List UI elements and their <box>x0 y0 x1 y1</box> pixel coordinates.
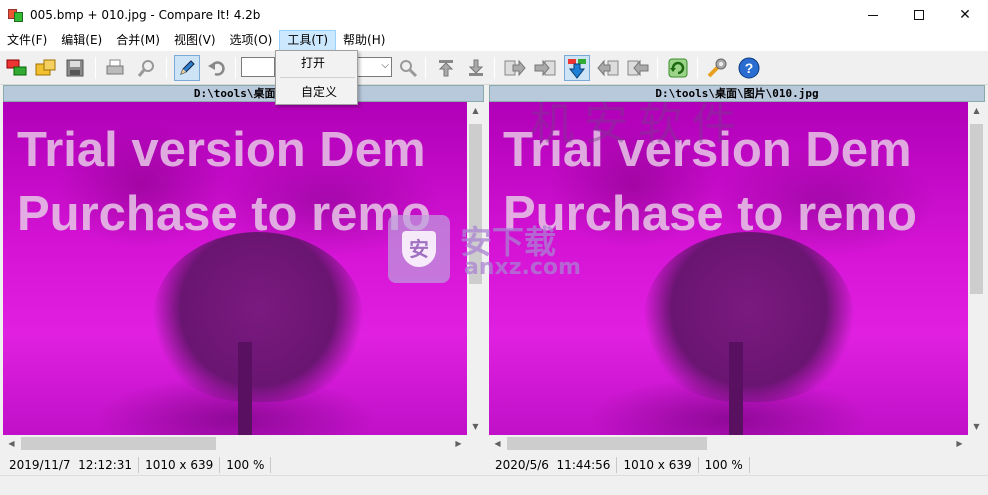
save-icon[interactable] <box>62 55 88 81</box>
right-status-bar: 2020/5/6 11:44:56 1010 x 639 100 % <box>489 455 985 475</box>
app-window: 005.bmp + 010.jpg - Compare It! 4.2b ✕ 文… <box>0 0 988 495</box>
find-icon[interactable] <box>134 55 160 81</box>
first-diff-icon[interactable] <box>433 55 459 81</box>
refresh-icon[interactable] <box>665 55 691 81</box>
undo-icon[interactable] <box>204 55 230 81</box>
menu-file[interactable]: 文件(F) <box>0 30 54 51</box>
bottom-edge <box>0 475 988 495</box>
scroll-up-icon[interactable]: ▲ <box>968 102 985 119</box>
copy-left-alt-icon[interactable] <box>625 55 651 81</box>
dropdown-item-customize[interactable]: 自定义 <box>276 80 357 104</box>
open-compare-icon[interactable] <box>4 55 30 81</box>
site-watermark-logo: 安 安下载 anxz.com <box>388 215 598 285</box>
print-icon[interactable] <box>102 55 128 81</box>
tools-dropdown-menu: 打开 自定义 <box>275 50 358 105</box>
scroll-down-icon[interactable]: ▼ <box>968 418 985 435</box>
menu-tools[interactable]: 工具(T) <box>279 30 337 51</box>
menu-edit[interactable]: 编辑(E) <box>54 30 109 51</box>
menu-merge[interactable]: 合并(M) <box>109 30 167 51</box>
scroll-left-icon[interactable]: ◀ <box>3 435 20 452</box>
dropdown-separator <box>280 77 355 78</box>
right-vertical-scrollbar[interactable]: ▲ ▼ <box>968 102 985 435</box>
scroll-right-icon[interactable]: ▶ <box>450 435 467 452</box>
overlay-top-watermark: 机安软件 <box>530 99 746 150</box>
scroll-up-icon[interactable]: ▲ <box>467 102 484 119</box>
menu-view[interactable]: 视图(V) <box>167 30 223 51</box>
left-pane-path: D:\tools\桌面\图 <box>3 85 484 102</box>
toolbar-combo[interactable]: ⌵ <box>356 57 392 77</box>
chevron-down-icon: ⌵ <box>381 60 389 71</box>
right-status-datetime: 2020/5/6 11:44:56 <box>489 457 618 473</box>
app-icon <box>8 7 24 23</box>
copy-left-icon[interactable] <box>595 55 621 81</box>
left-status-size: 1010 x 639 <box>139 457 221 473</box>
tools-icon[interactable] <box>704 55 730 81</box>
left-watermark-line2: Purchase to remo <box>17 187 431 241</box>
toolbar-text-field[interactable] <box>241 57 275 77</box>
scroll-down-icon[interactable]: ▼ <box>467 418 484 435</box>
open-folder-icon[interactable] <box>33 55 59 81</box>
toolbar: ⌵ ? <box>0 51 988 85</box>
left-status-bar: 2019/11/7 12:12:31 1010 x 639 100 % <box>3 455 484 475</box>
right-horizontal-scroll-thumb[interactable] <box>507 437 707 450</box>
scroll-right-icon[interactable]: ▶ <box>951 435 968 452</box>
right-status-zoom: 100 % <box>699 457 750 473</box>
left-horizontal-scrollbar[interactable]: ◀ ▶ <box>3 435 467 452</box>
svg-text:?: ? <box>745 60 754 76</box>
scroll-left-icon[interactable]: ◀ <box>489 435 506 452</box>
site-watermark-domain: anxz.com <box>464 255 581 280</box>
menu-bar: 文件(F) 编辑(E) 合并(M) 视图(V) 选项(O) 工具(T) 帮助(H… <box>0 30 988 51</box>
window-controls: ✕ <box>850 0 988 30</box>
title-bar: 005.bmp + 010.jpg - Compare It! 4.2b ✕ <box>0 0 988 30</box>
shield-logo-icon: 安 <box>388 215 450 283</box>
help-icon[interactable]: ? <box>736 55 762 81</box>
menu-options[interactable]: 选项(O) <box>223 30 280 51</box>
edit-pencil-icon[interactable] <box>174 55 200 81</box>
close-button[interactable]: ✕ <box>942 0 988 30</box>
menu-help[interactable]: 帮助(H) <box>336 30 392 51</box>
window-title: 005.bmp + 010.jpg - Compare It! 4.2b <box>30 8 261 22</box>
copy-right-alt-icon[interactable] <box>532 55 558 81</box>
right-status-size: 1010 x 639 <box>617 457 699 473</box>
left-horizontal-scroll-thumb[interactable] <box>21 437 216 450</box>
left-status-datetime: 2019/11/7 12:12:31 <box>3 457 140 473</box>
dropdown-item-open[interactable]: 打开 <box>276 51 357 75</box>
search-icon[interactable] <box>395 55 421 81</box>
minimize-button[interactable] <box>850 0 896 30</box>
copy-right-icon[interactable] <box>502 55 528 81</box>
last-diff-icon[interactable] <box>463 55 489 81</box>
next-diff-icon[interactable] <box>564 55 590 81</box>
maximize-button[interactable] <box>896 0 942 30</box>
right-vertical-scroll-thumb[interactable] <box>970 124 983 294</box>
left-status-zoom: 100 % <box>220 457 272 473</box>
right-horizontal-scrollbar[interactable]: ◀ ▶ <box>489 435 968 452</box>
left-watermark-line1: Trial version Dem <box>17 123 426 177</box>
